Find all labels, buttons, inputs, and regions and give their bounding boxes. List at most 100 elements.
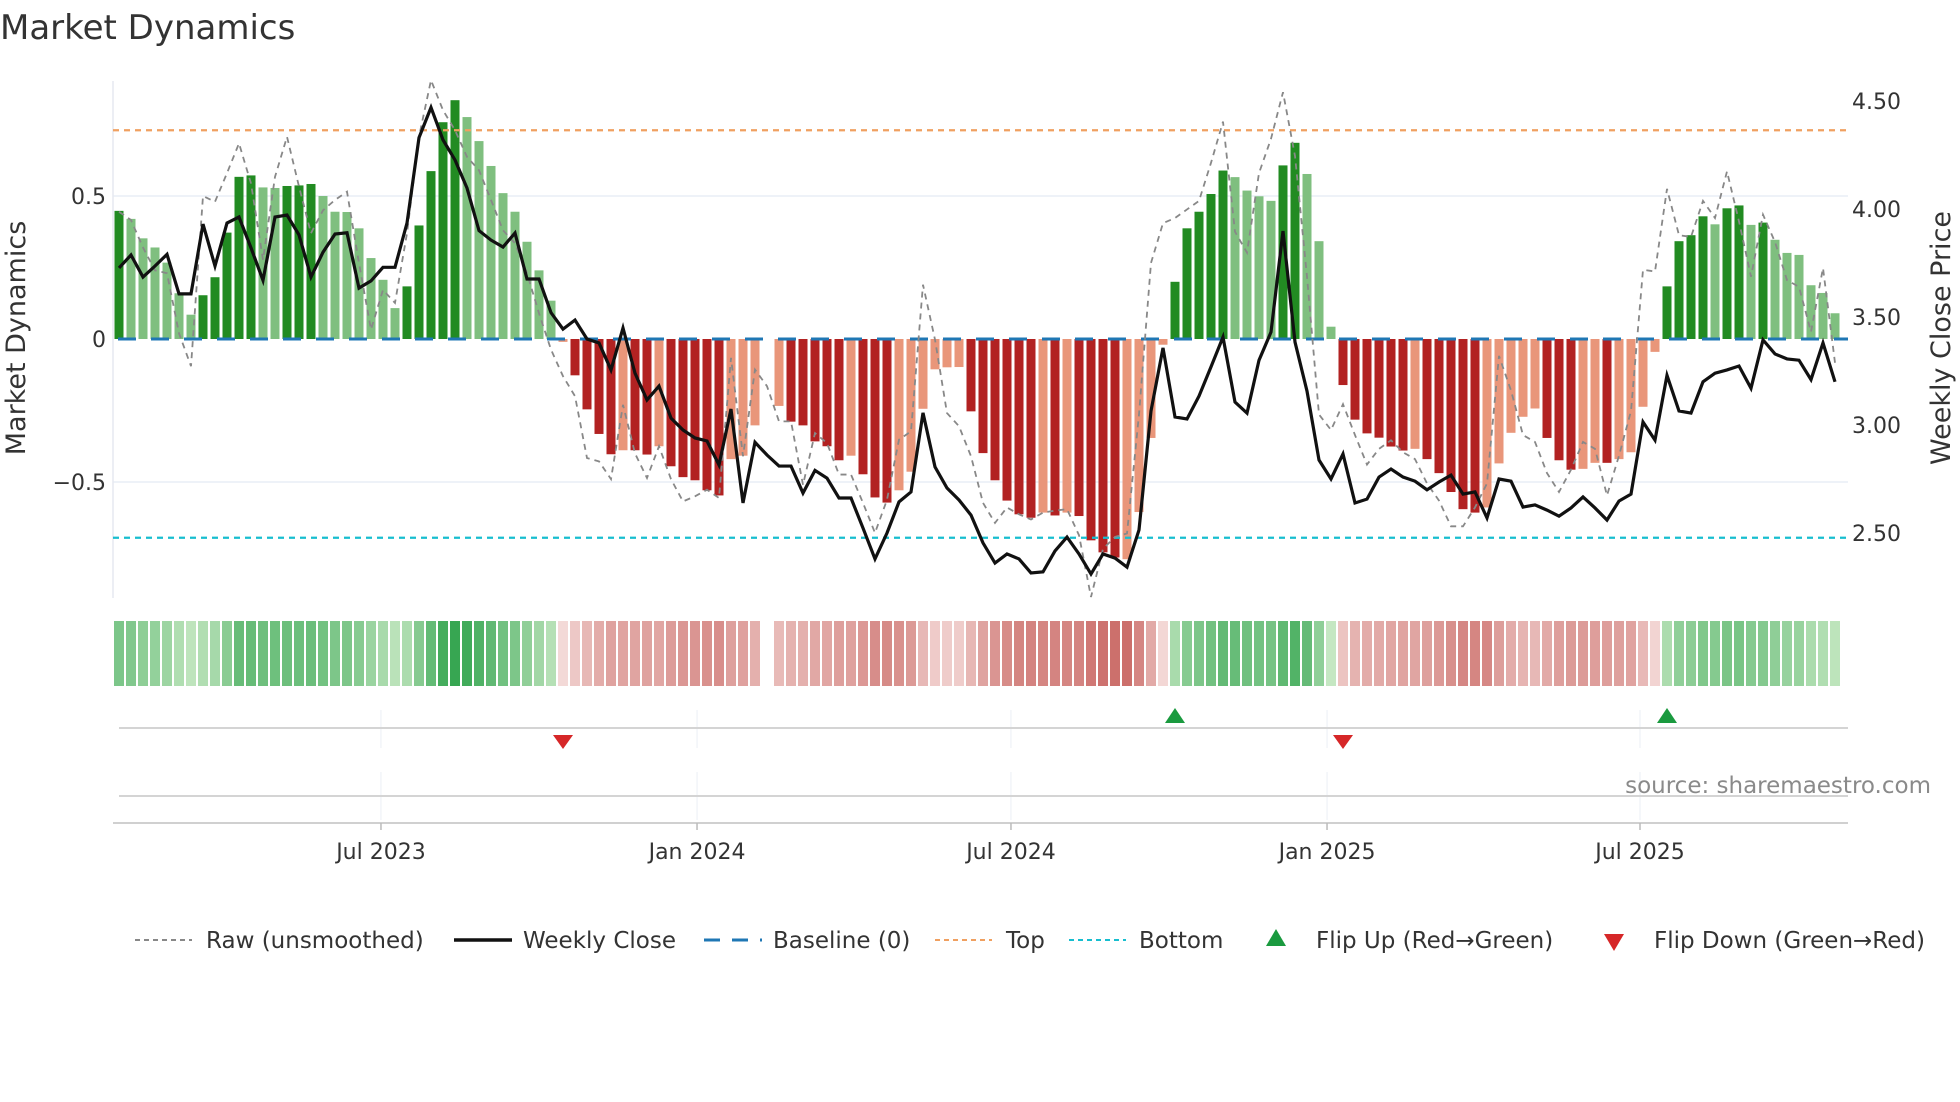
momentum-bar bbox=[1326, 326, 1336, 339]
momentum-bar bbox=[1734, 205, 1744, 339]
momentum-bar bbox=[1338, 339, 1348, 386]
heatmap-cell bbox=[174, 621, 184, 686]
momentum-bar bbox=[1686, 235, 1696, 339]
heatmap-cell bbox=[1626, 621, 1636, 686]
momentum-bar bbox=[1458, 339, 1468, 510]
momentum-bar bbox=[1590, 339, 1600, 463]
momentum-bar bbox=[1314, 241, 1324, 339]
chart-title: Market Dynamics bbox=[0, 8, 295, 48]
heatmap-cell bbox=[390, 621, 400, 686]
heatmap-cell bbox=[1650, 621, 1660, 686]
momentum-bar bbox=[822, 339, 832, 447]
heatmap-cell bbox=[1134, 621, 1144, 686]
heatmap-cell bbox=[1158, 621, 1168, 686]
x-tick-label: Jul 2023 bbox=[334, 840, 426, 865]
momentum-bar bbox=[942, 339, 952, 368]
heatmap-cell bbox=[1038, 621, 1048, 686]
heatmap-cell bbox=[978, 621, 988, 686]
heatmap-cell bbox=[726, 621, 736, 686]
heatmap-cell bbox=[1686, 621, 1696, 686]
heatmap-cell bbox=[1542, 621, 1552, 686]
momentum-bar bbox=[1818, 292, 1828, 339]
momentum-bar bbox=[1662, 286, 1672, 339]
momentum-bar bbox=[1014, 339, 1024, 515]
heatmap-cell bbox=[1446, 621, 1456, 686]
heatmap-cell bbox=[822, 621, 832, 686]
heatmap-cell bbox=[1566, 621, 1576, 686]
momentum-bar bbox=[1254, 196, 1264, 339]
heatmap-cell bbox=[1122, 621, 1132, 686]
heatmap-cell bbox=[714, 621, 724, 686]
heatmap-cell bbox=[522, 621, 532, 686]
legend-flip-up-label: Flip Up (Red→Green) bbox=[1316, 928, 1553, 954]
momentum-bar bbox=[690, 339, 700, 481]
momentum-bar bbox=[1638, 339, 1648, 407]
heatmap-cell bbox=[1410, 621, 1420, 686]
momentum-bar bbox=[1482, 339, 1492, 508]
heatmap-cell bbox=[750, 621, 760, 686]
heatmap-cell bbox=[1758, 621, 1768, 686]
heatmap-cell bbox=[738, 621, 748, 686]
momentum-bar bbox=[1062, 339, 1072, 513]
heatmap-cell bbox=[1014, 621, 1024, 686]
momentum-bar bbox=[1194, 211, 1204, 339]
momentum-bar bbox=[198, 295, 208, 339]
momentum-bar bbox=[126, 218, 136, 339]
legend-bottom-label: Bottom bbox=[1139, 928, 1223, 954]
source-note: source: sharemaestro.com bbox=[1625, 773, 1931, 799]
heatmap-cell bbox=[294, 621, 304, 686]
momentum-bar bbox=[438, 122, 448, 339]
heatmap-cell bbox=[234, 621, 244, 686]
heatmap-cell bbox=[354, 621, 364, 686]
heatmap-cell bbox=[366, 621, 376, 686]
heatmap-cell bbox=[786, 621, 796, 686]
heatmap-cell bbox=[1230, 621, 1240, 686]
momentum-bar bbox=[1038, 339, 1048, 513]
heatmap-cell bbox=[774, 621, 784, 686]
heatmap-cell bbox=[1050, 621, 1060, 686]
momentum-bar bbox=[1626, 339, 1636, 453]
heatmap-cell bbox=[1710, 621, 1720, 686]
heatmap-cell bbox=[582, 621, 592, 686]
heatmap-cell bbox=[1770, 621, 1780, 686]
momentum-bar bbox=[1398, 339, 1408, 451]
heatmap-cell bbox=[198, 621, 208, 686]
heatmap-cell bbox=[1002, 621, 1012, 686]
momentum-bar bbox=[1794, 254, 1804, 339]
heatmap-cell bbox=[450, 621, 460, 686]
momentum-bar bbox=[1554, 339, 1564, 461]
momentum-bar bbox=[1182, 228, 1192, 339]
momentum-bar bbox=[138, 238, 148, 339]
heatmap-cell bbox=[1506, 621, 1516, 686]
heatmap-cell bbox=[1674, 621, 1684, 686]
momentum-bar bbox=[498, 193, 508, 339]
heatmap-cell bbox=[1398, 621, 1408, 686]
momentum-bar bbox=[234, 176, 244, 339]
heatmap-cell bbox=[270, 621, 280, 686]
momentum-bar bbox=[1386, 339, 1396, 447]
momentum-bar bbox=[834, 339, 844, 461]
heatmap-cell bbox=[1458, 621, 1468, 686]
momentum-bar bbox=[1674, 241, 1684, 339]
momentum-bar bbox=[1026, 339, 1036, 518]
heatmap-cell bbox=[810, 621, 820, 686]
momentum-bar bbox=[966, 339, 976, 412]
weekly-close-line bbox=[117, 103, 1837, 578]
heatmap-cell bbox=[1110, 621, 1120, 686]
heatmap-cell bbox=[594, 621, 604, 686]
legend-top-label: Top bbox=[1005, 928, 1045, 954]
right-axis-title: Weekly Close Price bbox=[1926, 211, 1957, 465]
heatmap-cell bbox=[1530, 621, 1540, 686]
right-tick-label: 4.50 bbox=[1852, 90, 1901, 115]
momentum-bar bbox=[390, 308, 400, 339]
momentum-bar bbox=[1434, 339, 1444, 474]
heatmap-cell bbox=[882, 621, 892, 686]
flip-up-marker bbox=[1165, 708, 1185, 723]
momentum-bars bbox=[114, 100, 1840, 560]
right-axis-ticks: 4.50 4.00 3.50 3.00 2.50 bbox=[1852, 90, 1901, 547]
momentum-bar bbox=[114, 210, 124, 339]
momentum-bar bbox=[1170, 281, 1180, 339]
heatmap-cell bbox=[414, 621, 424, 686]
momentum-bar bbox=[1374, 339, 1384, 438]
heatmap-cell bbox=[210, 621, 220, 686]
